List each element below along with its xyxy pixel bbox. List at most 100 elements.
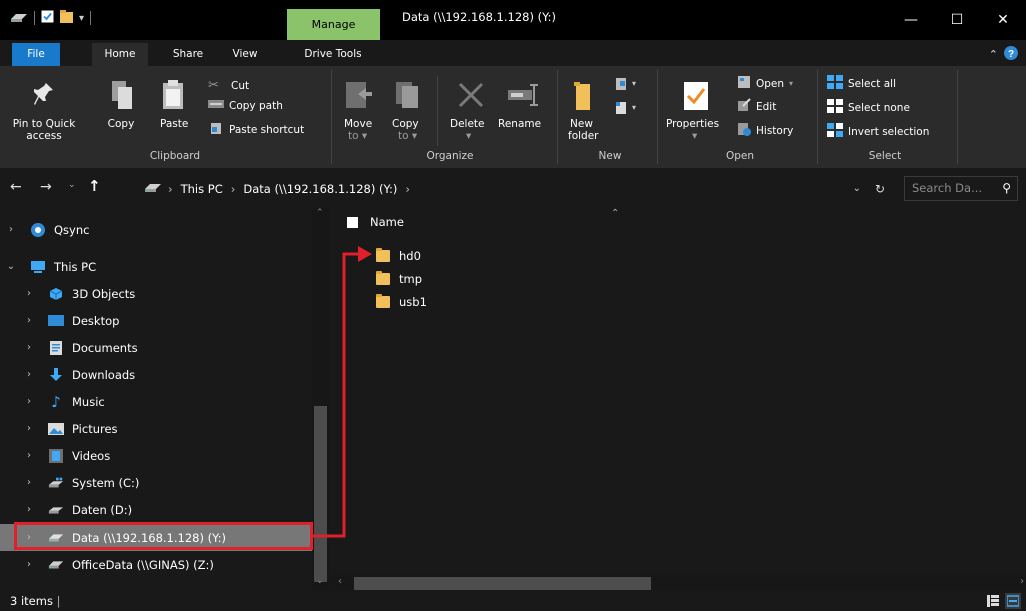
up-arrow-icon[interactable]: ↑ bbox=[88, 177, 101, 195]
help-icon[interactable]: ? bbox=[1004, 46, 1018, 63]
select-all-button[interactable]: Select all bbox=[827, 75, 896, 92]
breadcrumb-this-pc[interactable]: This PC bbox=[181, 182, 223, 196]
folder-icon bbox=[376, 271, 390, 285]
minimize-button[interactable]: — bbox=[888, 0, 934, 40]
ribbon-tabs: File Home Share View Drive Tools ⌃ ? bbox=[0, 40, 1026, 66]
copy-path-button[interactable]: Copy path bbox=[208, 99, 283, 112]
chevron-right-icon[interactable]: › bbox=[4, 224, 18, 235]
nav-item-officedata-network-drive[interactable]: › OfficeData (\\GINAS) (Z:) bbox=[0, 551, 312, 578]
group-label-organize: Organize bbox=[426, 150, 474, 162]
new-folder-quick-icon[interactable] bbox=[60, 10, 73, 26]
new-item-button[interactable]: ▾ bbox=[612, 76, 638, 96]
customize-toolbar-icon[interactable]: ▾ bbox=[79, 13, 84, 24]
paste-shortcut-button[interactable]: Paste shortcut bbox=[208, 122, 304, 137]
invert-selection-icon bbox=[827, 123, 843, 140]
open-button[interactable]: Open ▾ bbox=[737, 75, 793, 92]
nav-item-downloads[interactable]: › Downloads bbox=[0, 361, 312, 388]
svg-text:▾: ▾ bbox=[632, 79, 636, 88]
tab-home[interactable]: Home bbox=[92, 43, 148, 66]
delete-button[interactable]: Delete ▾ bbox=[446, 80, 496, 144]
search-input[interactable]: Search Da... ⚲ bbox=[904, 176, 1018, 201]
easy-access-button[interactable]: ▾ bbox=[612, 100, 638, 120]
chevron-right-icon[interactable]: › bbox=[22, 315, 36, 326]
nav-item-documents[interactable]: › Documents bbox=[0, 334, 312, 361]
file-item-tmp[interactable]: tmp bbox=[376, 268, 422, 290]
horizontal-scrollbar-thumb[interactable] bbox=[354, 577, 651, 590]
nav-item-3d-objects[interactable]: › 3D Objects bbox=[0, 280, 312, 307]
nav-item-music[interactable]: › ♪ Music bbox=[0, 388, 312, 415]
copy-to-button[interactable]: Copy to ▾ bbox=[390, 80, 426, 144]
collapse-ribbon-icon[interactable]: ⌃ bbox=[989, 48, 998, 61]
column-header-name[interactable]: Name bbox=[347, 215, 404, 229]
nav-item-system-drive[interactable]: › System (C:) bbox=[0, 469, 312, 496]
downloads-icon bbox=[48, 367, 64, 382]
tab-share[interactable]: Share bbox=[166, 43, 210, 66]
maximize-button[interactable]: ☐ bbox=[934, 0, 980, 40]
chevron-right-icon[interactable]: › bbox=[22, 504, 36, 515]
group-label-open: Open bbox=[725, 150, 755, 162]
nav-item-videos[interactable]: › Videos bbox=[0, 442, 312, 469]
address-dropdown-icon[interactable]: ⌄ bbox=[853, 183, 861, 194]
file-item-hd0[interactable]: hd0 bbox=[376, 245, 421, 267]
manage-context-tab[interactable]: Manage bbox=[287, 9, 380, 40]
details-view-icon[interactable] bbox=[985, 593, 1001, 609]
file-pane-horizontal-scrollbar[interactable]: ‹ › bbox=[330, 575, 1026, 591]
select-all-checkbox[interactable] bbox=[347, 216, 358, 228]
close-button[interactable]: ✕ bbox=[980, 0, 1026, 40]
chevron-right-icon[interactable]: › bbox=[22, 369, 36, 380]
breadcrumb-data-drive[interactable]: Data (\\192.168.1.128) (Y:) bbox=[243, 182, 397, 196]
nav-item-daten-drive[interactable]: › Daten (D:) bbox=[0, 496, 312, 523]
paste-button[interactable]: Paste bbox=[156, 80, 200, 144]
chevron-right-icon[interactable]: › bbox=[22, 559, 36, 570]
chevron-right-icon[interactable]: › bbox=[22, 396, 36, 407]
large-icons-view-icon[interactable] bbox=[1005, 593, 1021, 609]
folder-icon bbox=[376, 294, 390, 308]
move-to-button[interactable]: Move to ▾ bbox=[340, 80, 376, 144]
history-button[interactable]: History bbox=[737, 122, 793, 139]
new-folder-button[interactable]: New folder bbox=[568, 80, 608, 144]
nav-pane-scrollbar[interactable]: ⌃ ⌄ bbox=[312, 208, 329, 591]
edit-button[interactable]: Edit bbox=[737, 98, 776, 115]
breadcrumb-separator: › bbox=[230, 181, 236, 196]
chevron-right-icon[interactable]: › bbox=[22, 342, 36, 353]
window-title: Data (\\192.168.1.128) (Y:) bbox=[402, 10, 556, 24]
scroll-left-icon[interactable]: ‹ bbox=[338, 576, 342, 587]
this-pc-icon bbox=[30, 260, 46, 274]
chevron-right-icon[interactable]: › bbox=[22, 450, 36, 461]
chevron-right-icon[interactable]: › bbox=[22, 288, 36, 299]
scroll-down-icon[interactable]: ⌄ bbox=[316, 576, 324, 586]
history-icon bbox=[737, 122, 751, 139]
highlight-box bbox=[14, 522, 313, 550]
cut-button[interactable]: ✂ Cut bbox=[208, 78, 249, 93]
rename-button[interactable]: Rename bbox=[498, 80, 548, 144]
open-icon bbox=[737, 75, 751, 92]
tab-file[interactable]: File bbox=[12, 43, 60, 66]
file-item-usb1[interactable]: usb1 bbox=[376, 291, 427, 313]
scrollbar-thumb[interactable] bbox=[314, 406, 327, 582]
properties-button[interactable]: Properties ▾ bbox=[664, 80, 728, 144]
pin-to-quick-access-button[interactable]: Pin to Quick access bbox=[13, 80, 75, 144]
tab-view[interactable]: View bbox=[225, 43, 265, 66]
copy-button[interactable]: Copy bbox=[106, 80, 146, 144]
chevron-right-icon[interactable]: › bbox=[22, 423, 36, 434]
nav-item-qsync[interactable]: › Qsync bbox=[0, 216, 312, 243]
select-none-button[interactable]: Select none bbox=[827, 99, 910, 116]
scroll-up-icon[interactable]: ⌃ bbox=[316, 208, 324, 218]
back-arrow-icon[interactable]: ← bbox=[10, 179, 22, 195]
nav-item-desktop[interactable]: › Desktop bbox=[0, 307, 312, 334]
recent-locations-icon[interactable]: ⌄ bbox=[68, 180, 76, 190]
select-all-icon bbox=[827, 75, 843, 92]
nav-item-pictures[interactable]: › Pictures bbox=[0, 415, 312, 442]
refresh-icon[interactable]: ↻ bbox=[875, 182, 885, 196]
nav-item-this-pc[interactable]: ⌄ This PC bbox=[0, 253, 312, 280]
address-bar[interactable]: › This PC › Data (\\192.168.1.128) (Y:) … bbox=[138, 176, 895, 201]
chevron-down-icon[interactable]: ⌄ bbox=[4, 261, 18, 272]
tab-drive-tools[interactable]: Drive Tools bbox=[300, 43, 366, 66]
scroll-right-icon[interactable]: › bbox=[1020, 576, 1024, 587]
invert-selection-button[interactable]: Invert selection bbox=[827, 123, 929, 140]
svg-text:?: ? bbox=[1008, 49, 1014, 60]
select-none-icon bbox=[827, 99, 843, 116]
chevron-right-icon[interactable]: › bbox=[22, 477, 36, 488]
forward-arrow-icon[interactable]: → bbox=[40, 179, 52, 195]
properties-quick-icon[interactable] bbox=[41, 10, 54, 26]
